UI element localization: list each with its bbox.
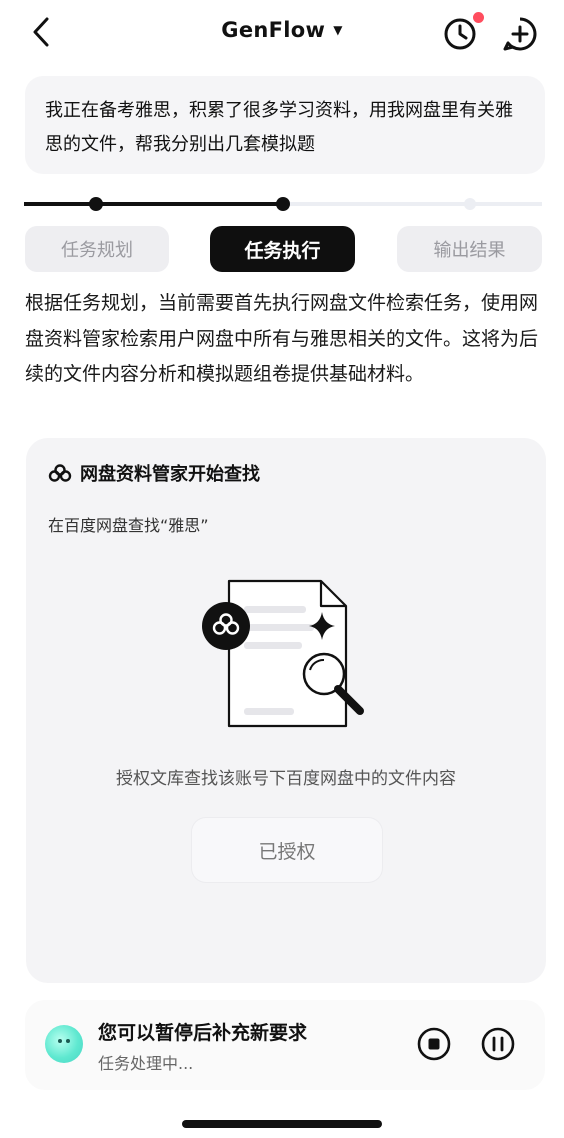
- tool-card-subtitle: 在百度网盘查找“雅思”: [48, 516, 209, 535]
- cloud-drive-icon: [48, 464, 72, 482]
- new-chat-icon[interactable]: [500, 14, 540, 54]
- authorization-text: 授权文库查找该账号下百度网盘中的文件内容: [116, 769, 456, 789]
- tool-card-header: 网盘资料管家开始查找: [48, 460, 260, 486]
- progress-marker-1: [89, 197, 103, 211]
- step-task-planning[interactable]: 任务规划: [25, 226, 169, 272]
- notification-badge: [473, 12, 484, 23]
- home-indicator: [182, 1120, 382, 1128]
- task-description: 根据任务规划，当前需要首先执行网盘文件检索任务，使用网盘资料管家检索用户网盘中所…: [25, 292, 539, 385]
- pause-icon[interactable]: [480, 1026, 516, 1062]
- step-task-execution[interactable]: 任务执行: [210, 226, 355, 272]
- assistant-avatar: [45, 1025, 83, 1063]
- tool-card-title: 网盘资料管家开始查找: [80, 464, 260, 485]
- bottom-status-bar: 您可以暂停后补充新要求 任务处理中...: [25, 1000, 545, 1090]
- progress-marker-3: [464, 198, 476, 210]
- task-progress-bar: [24, 197, 542, 211]
- task-status-text: 任务处理中...: [98, 1054, 194, 1073]
- tool-card: 网盘资料管家开始查找 在百度网盘查找“雅思” 授权文库查找该账号下百度网盘中的文…: [26, 438, 546, 983]
- authorized-button[interactable]: 已授权: [192, 818, 382, 882]
- step-output-result[interactable]: 输出结果: [397, 226, 542, 272]
- caret-down-icon: ▼: [333, 23, 343, 37]
- stop-icon[interactable]: [416, 1026, 452, 1062]
- user-query-bubble: 我正在备考雅思，积累了很多学习资料，用我网盘里有关雅思的文件，帮我分别出几套模拟…: [25, 76, 545, 174]
- progress-marker-2: [276, 197, 290, 211]
- app-title: GenFlow: [221, 18, 326, 42]
- document-search-icon: [202, 579, 364, 728]
- app-header: GenFlow ▼: [0, 0, 564, 68]
- bottom-hint-title: 您可以暂停后补充新要求: [98, 1022, 308, 1044]
